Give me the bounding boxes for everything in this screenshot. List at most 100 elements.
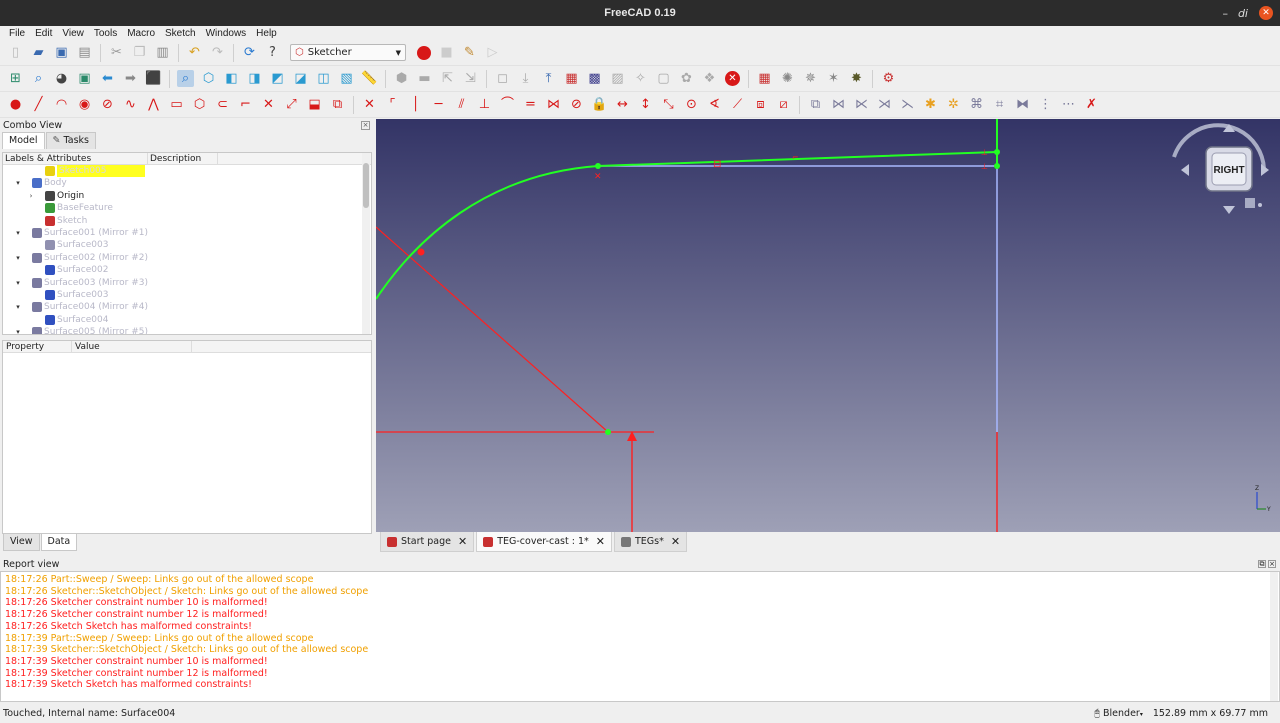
- polyline-icon[interactable]: ⋀: [145, 96, 162, 113]
- arrow-left-icon[interactable]: [1181, 164, 1189, 176]
- top-view-icon[interactable]: ◨: [246, 70, 263, 87]
- driving-toggle-icon[interactable]: ⧈: [752, 96, 769, 113]
- tree-item[interactable]: BaseFeature: [3, 202, 371, 214]
- record-macro-icon[interactable]: [415, 44, 432, 61]
- tree-item[interactable]: ▾ Surface004 (Mirror #4): [3, 301, 371, 313]
- sketch-canvas[interactable]: ✕ ⊟ ⌐ ⊥ ⊥ RIGHT Y Z: [376, 119, 1280, 532]
- float-icon[interactable]: ⧉: [1258, 560, 1266, 568]
- document-tab[interactable]: TEGs* ✕: [613, 532, 688, 552]
- bounding-box-icon[interactable]: ▣: [76, 70, 93, 87]
- column-labels[interactable]: Labels & Attributes: [3, 153, 148, 164]
- tree-item[interactable]: Surface003: [3, 239, 371, 251]
- snell-icon[interactable]: ⟋: [729, 96, 746, 113]
- chevron-down-icon[interactable]: ▾: [13, 252, 23, 264]
- constraint-marker[interactable]: ⌐: [792, 153, 799, 162]
- close-tab-icon[interactable]: ✕: [596, 535, 605, 548]
- polygon-icon[interactable]: ⬡: [191, 96, 208, 113]
- perpendicular-icon[interactable]: ⊥: [476, 96, 493, 113]
- create-link-icon[interactable]: ⇱: [439, 70, 456, 87]
- leave-sketch-icon[interactable]: ⤒: [540, 70, 557, 87]
- tree-item[interactable]: ▾ Surface005 (Mirror #5): [3, 326, 371, 334]
- line-icon[interactable]: ╱: [30, 96, 47, 113]
- open-file-icon[interactable]: ▰: [30, 44, 47, 61]
- report-scrollbar[interactable]: [1270, 572, 1278, 701]
- select-origin-icon[interactable]: ⋉: [853, 96, 870, 113]
- menu-view[interactable]: View: [57, 28, 89, 39]
- show-hide-icon[interactable]: ⧉: [807, 96, 824, 113]
- cut-icon[interactable]: ✂: [108, 44, 125, 61]
- chevron-down-icon[interactable]: ▾: [13, 227, 23, 239]
- menu-macro[interactable]: Macro: [122, 28, 160, 39]
- 3d-viewport[interactable]: ✕ ⊟ ⌐ ⊥ ⊥ RIGHT Y Z: [376, 119, 1280, 532]
- equal-icon[interactable]: =: [522, 96, 539, 113]
- menu-tools[interactable]: Tools: [89, 28, 122, 39]
- reorient-sketch-icon[interactable]: ✧: [632, 70, 649, 87]
- column-value[interactable]: Value: [72, 341, 192, 352]
- tree-item[interactable]: Sketch: [3, 215, 371, 227]
- lock-icon[interactable]: 🔒: [591, 96, 608, 113]
- minimize-button[interactable]: –: [1223, 0, 1229, 26]
- tree-item[interactable]: ▾ Body: [3, 177, 371, 189]
- select-horizontal-axis-icon[interactable]: ⋋: [899, 96, 916, 113]
- macro-edit-icon[interactable]: ✎: [461, 44, 478, 61]
- tree-item[interactable]: ▾ Surface002 (Mirror #2): [3, 252, 371, 264]
- menu-file[interactable]: File: [4, 28, 30, 39]
- tree-item[interactable]: ▾ Surface001 (Mirror #1): [3, 227, 371, 239]
- rotate-arc-icon[interactable]: [1172, 132, 1193, 158]
- sketch-vertex[interactable]: [605, 429, 611, 435]
- rectangle-icon[interactable]: ▭: [168, 96, 185, 113]
- symmetric-icon[interactable]: ⋈: [545, 96, 562, 113]
- left-view-icon[interactable]: ▧: [338, 70, 355, 87]
- close-tab-icon[interactable]: ✕: [458, 535, 467, 548]
- external-geometry-icon[interactable]: ⬓: [306, 96, 323, 113]
- horizontal-icon[interactable]: ─: [430, 96, 447, 113]
- navigation-cube[interactable]: RIGHT: [1172, 123, 1269, 214]
- carbon-copy-icon[interactable]: ⧉: [329, 96, 346, 113]
- fit-selection-icon[interactable]: ⌕: [30, 70, 47, 87]
- tab-data[interactable]: Data: [40, 534, 78, 551]
- map-sketch-icon[interactable]: ▨: [609, 70, 626, 87]
- back-icon[interactable]: ⬅: [99, 70, 116, 87]
- menu-windows[interactable]: Windows: [201, 28, 252, 39]
- tree-item[interactable]: › Origin: [3, 190, 371, 202]
- restore-internal-icon[interactable]: ⌗: [991, 96, 1008, 113]
- view-section-icon[interactable]: ▩: [586, 70, 603, 87]
- tangent-icon[interactable]: ⌒: [499, 96, 516, 113]
- select-vertical-axis-icon[interactable]: ⋊: [876, 96, 893, 113]
- front-view-icon[interactable]: ◧: [223, 70, 240, 87]
- validate-sketch-icon[interactable]: ▢: [655, 70, 672, 87]
- constraint-marker[interactable]: ⊥: [981, 148, 988, 157]
- report-view[interactable]: 18:17:26 Part::Sweep / Sweep: Links go o…: [0, 571, 1280, 702]
- std-views-icon[interactable]: ⬛: [145, 70, 162, 87]
- grid-settings-icon[interactable]: ✶: [825, 70, 842, 87]
- construction-point[interactable]: [417, 248, 425, 256]
- conic-icon[interactable]: ⊘: [99, 96, 116, 113]
- close-icon[interactable]: ×: [1268, 560, 1276, 568]
- view-sketch-icon[interactable]: ▦: [563, 70, 580, 87]
- constraint-marker[interactable]: ✕: [594, 172, 602, 182]
- new-sketch-icon[interactable]: ◻: [494, 70, 511, 87]
- arrow-down-icon[interactable]: [1223, 206, 1235, 214]
- column-description[interactable]: Description: [148, 153, 218, 164]
- paste-icon[interactable]: ▥: [154, 44, 171, 61]
- construction-diagonal-line[interactable]: [376, 226, 609, 433]
- tree-scroll-thumb[interactable]: [363, 163, 369, 208]
- save-icon[interactable]: ▣: [53, 44, 70, 61]
- chevron-down-icon[interactable]: ▾: [13, 177, 23, 189]
- arc-icon[interactable]: ◠: [53, 96, 70, 113]
- tab-tasks[interactable]: ✎ Tasks: [45, 132, 96, 149]
- sketch-vertex[interactable]: [994, 149, 1000, 155]
- chevron-down-icon[interactable]: ▾: [13, 277, 23, 289]
- isometric-view-icon[interactable]: ⬡: [200, 70, 217, 87]
- radius-icon[interactable]: ⊙: [683, 96, 700, 113]
- new-file-icon[interactable]: ▯: [7, 44, 24, 61]
- sketch-curve[interactable]: [376, 151, 998, 300]
- sketch-vertex[interactable]: [595, 163, 601, 169]
- close-icon[interactable]: ×: [361, 121, 370, 130]
- tab-model[interactable]: Model: [2, 132, 45, 149]
- fillet-icon[interactable]: ⌐: [237, 96, 254, 113]
- select-elements-constraint-icon[interactable]: ⌘: [968, 96, 985, 113]
- whats-this-icon[interactable]: ?: [264, 44, 281, 61]
- tree-item[interactable]: Surface002: [3, 264, 371, 276]
- create-part-icon[interactable]: ⬢: [393, 70, 410, 87]
